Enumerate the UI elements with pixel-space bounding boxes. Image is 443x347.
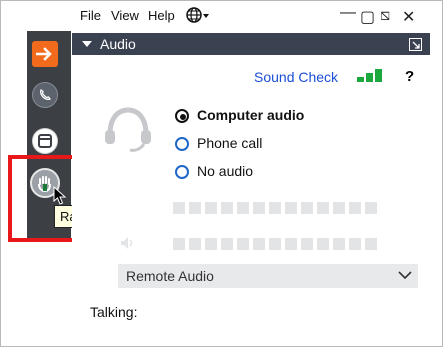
sound-check-link[interactable]: Sound Check: [254, 69, 338, 85]
radio-no-audio[interactable]: [175, 165, 189, 179]
window-button[interactable]: [32, 128, 58, 154]
talking-label: Talking:: [90, 304, 138, 320]
help-button[interactable]: ?: [405, 68, 414, 85]
headset-icon: [105, 107, 151, 152]
resize-button[interactable]: ⧅: [380, 7, 390, 25]
microphone-level-meter: [173, 202, 377, 214]
arrow-right-icon: [36, 47, 52, 61]
option-label: Phone call: [197, 135, 263, 151]
option-label: No audio: [197, 163, 254, 179]
phone-icon: [39, 89, 51, 101]
signal-level-icon: [357, 69, 382, 82]
collapse-arrow-button[interactable]: [32, 41, 58, 67]
minimize-button[interactable]: —: [340, 4, 356, 22]
radio-phone-call[interactable]: [175, 137, 189, 151]
menu-bar: File View Help — ▢ ⧅ ✕: [72, 0, 427, 31]
collapse-triangle-icon: [82, 41, 92, 47]
restore-button[interactable]: ▢: [360, 7, 375, 27]
popout-icon[interactable]: [409, 38, 422, 51]
radio-computer-audio[interactable]: [175, 109, 189, 123]
window-icon: [38, 134, 52, 148]
phone-button[interactable]: [32, 82, 58, 108]
audio-panel-header[interactable]: Audio: [72, 33, 430, 55]
close-button[interactable]: ✕: [402, 7, 415, 27]
panel-title: Audio: [100, 36, 136, 52]
audio-panel-body: [72, 55, 430, 345]
speaker-select-value: Remote Audio: [126, 268, 214, 284]
option-label: Computer audio: [197, 107, 305, 123]
speaker-icon: [121, 237, 133, 249]
language-menu[interactable]: [186, 6, 210, 29]
chevron-down-icon: [398, 271, 412, 280]
menu-view[interactable]: View: [111, 8, 139, 23]
speaker-level-meter: [173, 238, 377, 250]
menu-file[interactable]: File: [80, 8, 101, 23]
globe-icon: [186, 7, 209, 23]
menu-help[interactable]: Help: [148, 8, 175, 23]
speaker-select[interactable]: Remote Audio: [118, 264, 418, 288]
